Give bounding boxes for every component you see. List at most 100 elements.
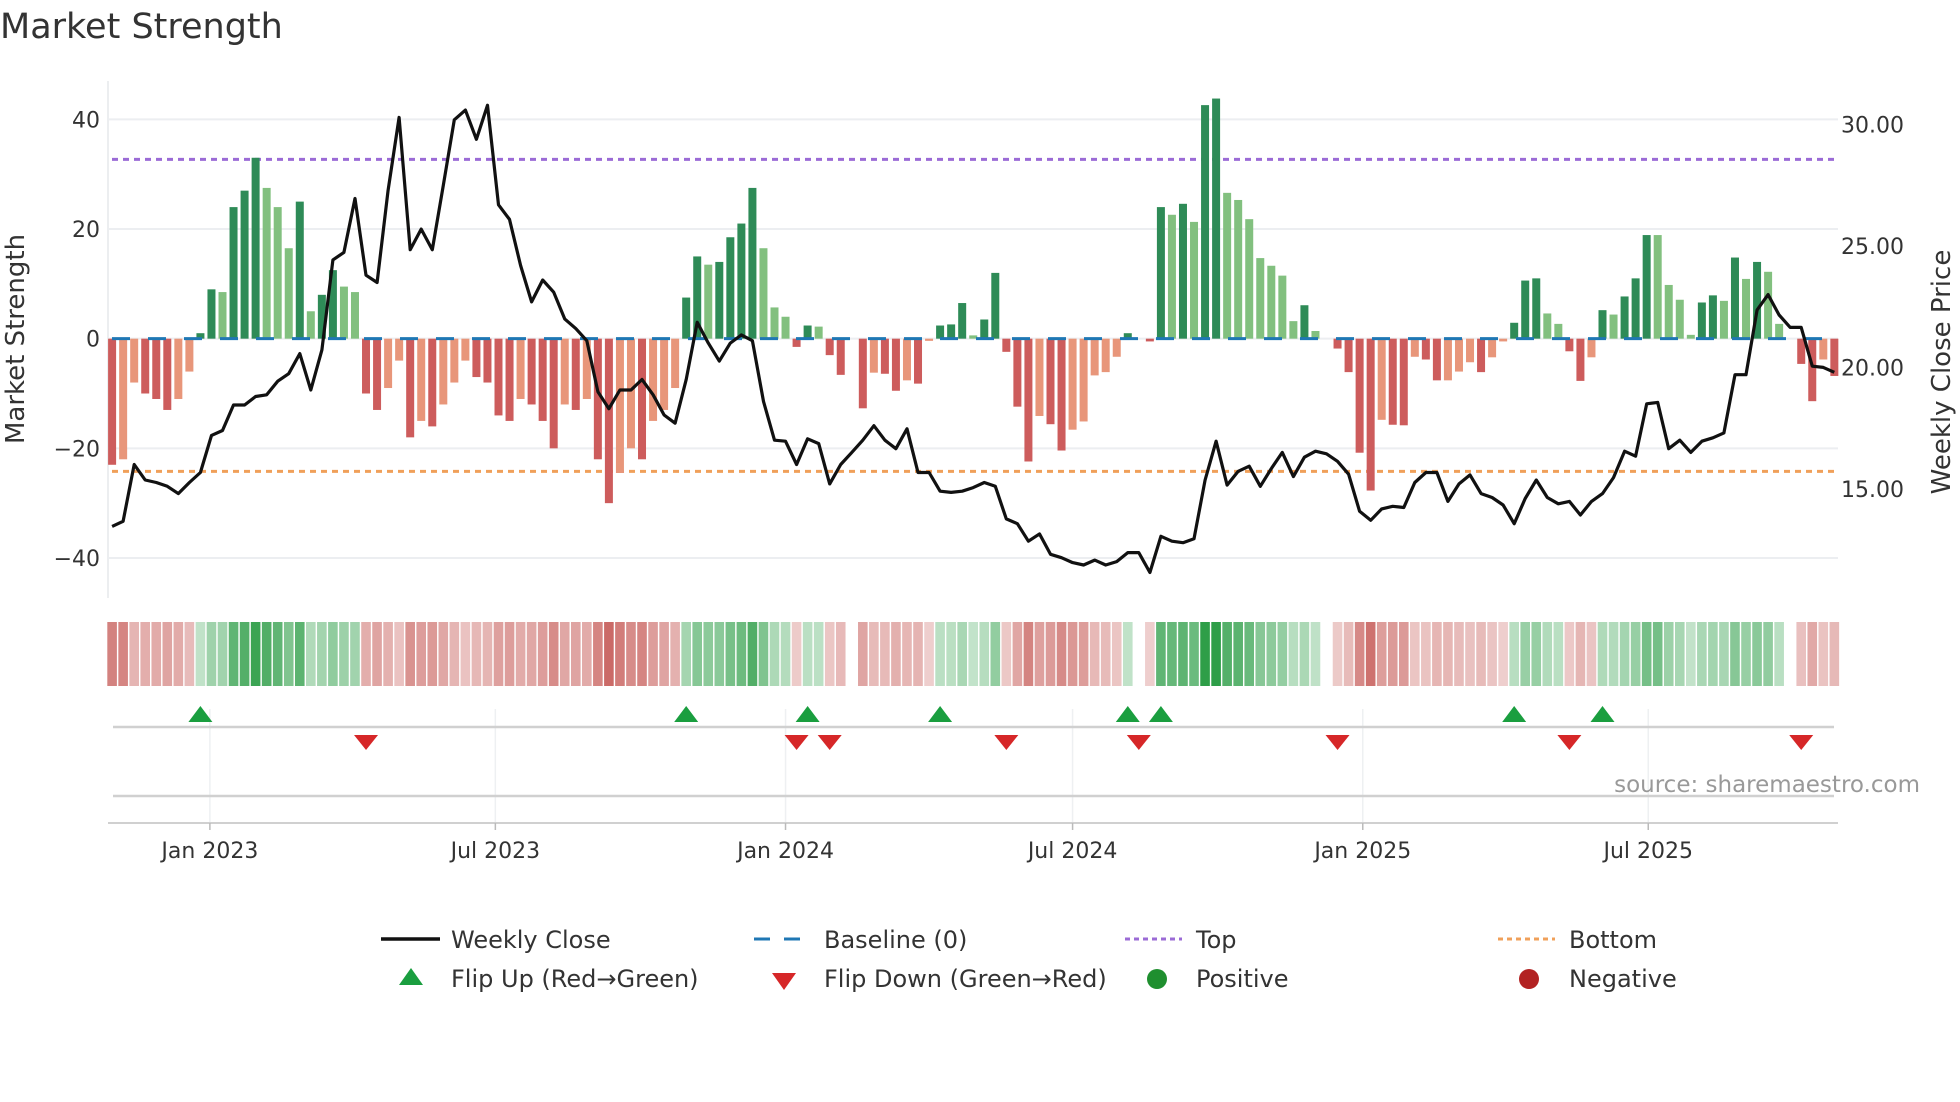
legend-label: Flip Up (Red→Green)	[451, 965, 699, 993]
strip-cell	[1708, 622, 1718, 686]
strength-bar	[638, 338, 647, 460]
strip-cell	[261, 622, 272, 686]
strip-cell	[1796, 622, 1807, 686]
strength-bar	[362, 338, 371, 394]
strip-cell	[1067, 622, 1078, 686]
strip-cell	[339, 622, 349, 686]
strength-bar	[406, 338, 415, 438]
strip-cell	[891, 622, 901, 686]
strip-cell	[1343, 622, 1354, 686]
strength-bar	[936, 325, 945, 339]
strip-cell	[317, 622, 327, 686]
strip-cell	[582, 622, 592, 686]
strength-bar	[395, 338, 404, 361]
strip-cell	[1200, 622, 1210, 686]
legend-label: Top	[1195, 926, 1237, 954]
strip-cell	[1211, 622, 1221, 686]
strip-cell	[1398, 622, 1409, 686]
strip-cell	[1167, 622, 1177, 686]
strength-bar	[273, 207, 282, 339]
strip-cell	[835, 622, 846, 686]
strength-bar	[207, 289, 216, 339]
strip-cell	[1807, 622, 1818, 686]
y2-tick-label: 20.00	[1841, 356, 1904, 381]
strength-bar	[715, 261, 724, 339]
strip-cell	[780, 622, 791, 686]
strength-bar	[1510, 322, 1519, 339]
strip-cell	[1421, 622, 1431, 686]
strength-bar	[748, 187, 757, 339]
strip-cell	[1012, 622, 1023, 686]
strip-cell	[1277, 622, 1288, 686]
strength-bar	[1101, 338, 1110, 373]
strength-bar	[1178, 203, 1187, 339]
strength-bar	[1079, 338, 1088, 422]
strip-cell	[405, 622, 415, 686]
strip-cell	[824, 622, 835, 686]
y-tick-label: 0	[86, 328, 100, 353]
strip-cell	[394, 622, 404, 686]
strength-bar	[1399, 338, 1408, 426]
strip-cell	[195, 622, 206, 686]
strip-cell	[162, 622, 173, 686]
strip-cell	[1575, 622, 1586, 686]
strength-bar	[593, 338, 602, 460]
strength-heat-strip	[107, 622, 1840, 686]
strip-cell	[1034, 622, 1045, 686]
strength-bar	[1068, 338, 1077, 430]
strength-bar	[1686, 334, 1695, 339]
strip-cell	[1443, 622, 1453, 686]
strip-cell	[747, 622, 758, 686]
strip-cell	[294, 622, 305, 686]
strength-bar	[1410, 338, 1419, 357]
strip-cell	[1244, 622, 1255, 686]
flip-up-marker	[1502, 706, 1527, 722]
strip-cell	[570, 622, 581, 686]
strength-bar	[549, 338, 558, 449]
strip-cell	[593, 622, 603, 686]
strip-cell	[1299, 622, 1310, 686]
strength-bar	[262, 187, 271, 339]
strip-cell	[1697, 622, 1707, 686]
strip-cell	[990, 622, 1001, 686]
strip-cell	[1045, 622, 1056, 686]
strength-bar	[527, 338, 536, 405]
strip-cell	[1332, 622, 1343, 686]
strip-cell	[1730, 622, 1740, 686]
strength-bar	[604, 338, 613, 504]
strength-bar	[1708, 295, 1717, 339]
strip-cell	[725, 622, 736, 686]
strength-bar	[1697, 302, 1706, 339]
strength-bar	[980, 319, 989, 339]
y-tick-label: −20	[54, 437, 100, 462]
strength-bar	[417, 338, 426, 421]
strength-bar	[1775, 323, 1784, 339]
strength-bar	[1156, 207, 1165, 339]
strip-cell	[1089, 622, 1100, 686]
strip-cell	[1752, 622, 1762, 686]
positive-dot-icon	[1147, 969, 1167, 989]
strip-cell	[283, 622, 294, 686]
strip-cell	[681, 622, 691, 686]
strength-bar	[1598, 310, 1607, 339]
legend-label: Positive	[1196, 965, 1289, 993]
legend-item-bottom: Bottom	[1498, 926, 1657, 954]
flip-down-marker	[1325, 735, 1350, 750]
strength-bar	[1355, 338, 1364, 453]
strip-cell	[537, 622, 548, 686]
strip-cell	[129, 622, 139, 686]
strip-cell	[515, 622, 526, 686]
strength-bar	[130, 338, 139, 383]
legend-item-positive: Positive	[1147, 965, 1289, 993]
source-label: source: sharemaestro.com	[1614, 772, 1920, 798]
strength-bar	[682, 297, 691, 339]
strength-bar	[306, 311, 315, 339]
strip-cell	[1619, 622, 1630, 686]
strength-bar	[1432, 338, 1441, 381]
flip-up-marker	[1115, 706, 1140, 722]
strip-cell	[714, 622, 725, 686]
strength-bar	[1653, 235, 1662, 339]
strength-bar	[1388, 338, 1397, 425]
y2-tick-label: 30.00	[1841, 114, 1904, 139]
strength-bar	[428, 338, 437, 427]
